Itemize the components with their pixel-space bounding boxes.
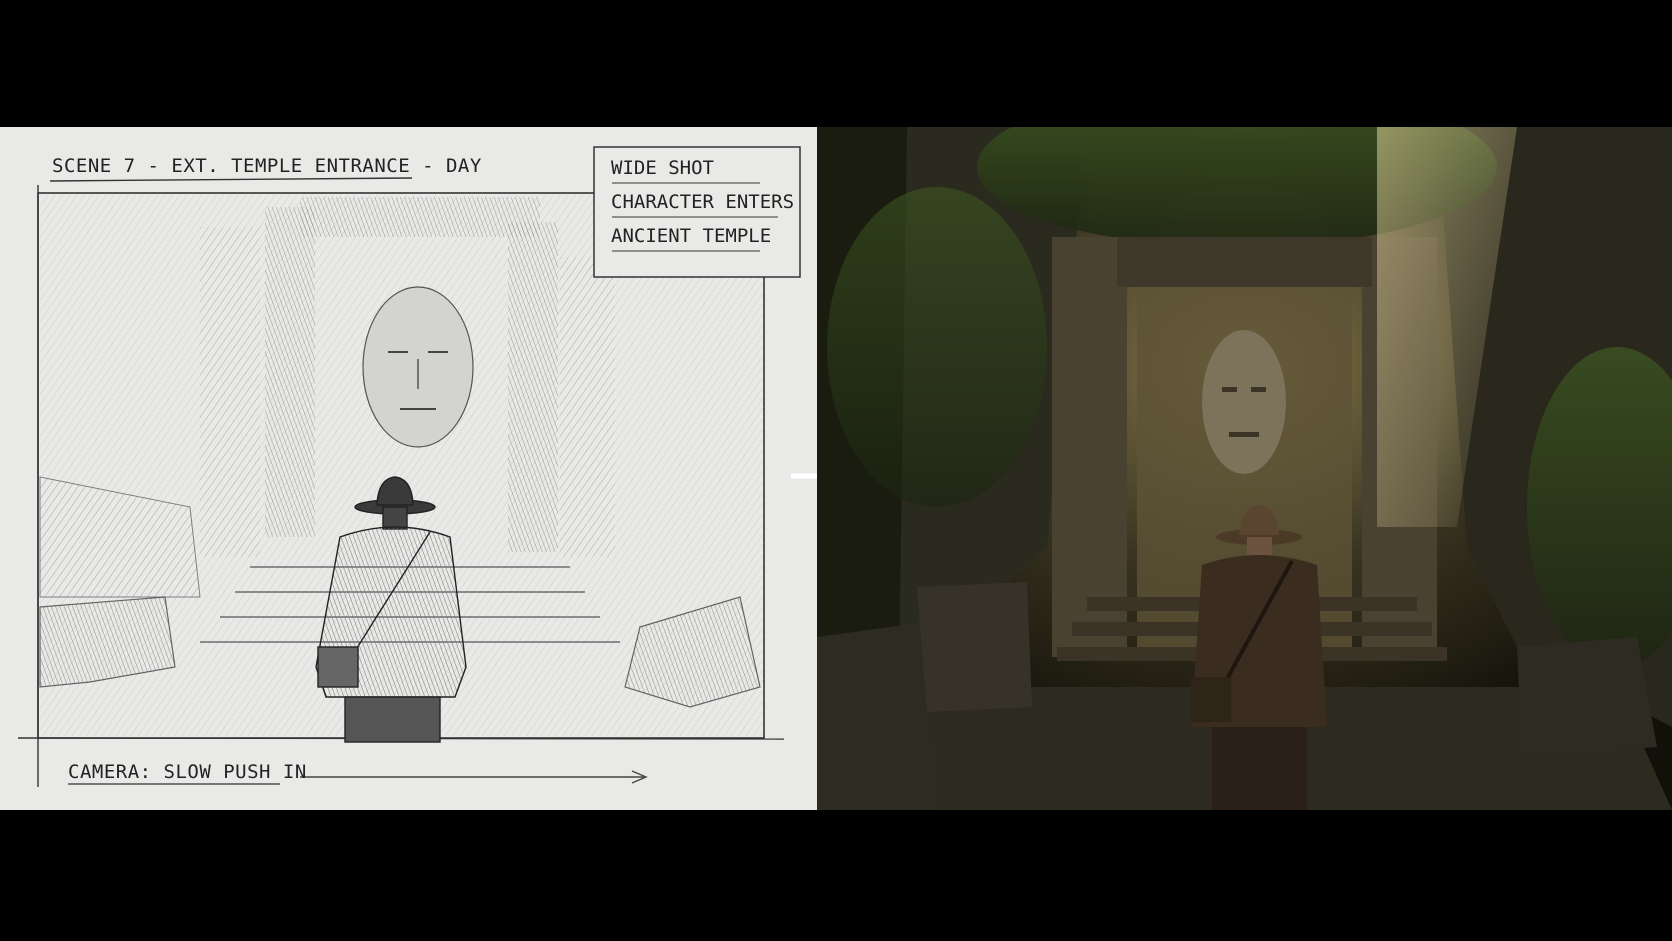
render-right-block xyxy=(1517,637,1657,757)
scene-title: SCENE 7 - EXT. TEMPLE ENTRANCE - DAY xyxy=(52,155,482,177)
right-pillar xyxy=(508,222,558,552)
storyboard-sketch-panel: SCENE 7 - EXT. TEMPLE ENTRANCE - DAY WID… xyxy=(0,127,817,810)
top-letterbox xyxy=(0,0,1672,127)
camera-note: CAMERA: SLOW PUSH IN xyxy=(68,761,307,783)
lintel xyxy=(300,197,540,237)
note-character-enters: CHARACTER ENTERS xyxy=(611,191,795,213)
render-left-pillar xyxy=(1052,237,1127,657)
render-lintel xyxy=(1117,237,1372,287)
left-pillar xyxy=(265,207,315,537)
render-stone-face xyxy=(1202,330,1286,474)
render-left-block xyxy=(817,622,937,810)
bottom-letterbox xyxy=(0,810,1672,941)
shot-notes: WIDE SHOT CHARACTER ENTERS ANCIENT TEMPL… xyxy=(594,147,800,277)
note-wide-shot: WIDE SHOT xyxy=(611,157,714,179)
title-underline xyxy=(49,177,413,182)
rendered-temple-scene xyxy=(817,127,1672,810)
note-ancient-temple: ANCIENT TEMPLE xyxy=(611,225,772,247)
rendered-scene-panel xyxy=(817,127,1672,810)
